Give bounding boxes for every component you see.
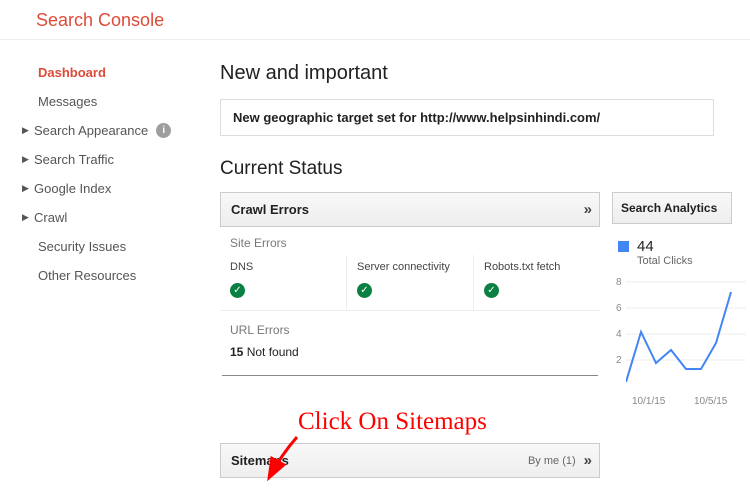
nav-label: Google Index	[34, 181, 111, 196]
server-label: Server connectivity	[357, 261, 463, 273]
nav-google-index[interactable]: ▶ Google Index	[18, 174, 190, 203]
not-found-count: 15	[230, 345, 243, 359]
metric-label: Total Clicks	[637, 255, 693, 267]
notice-message[interactable]: New geographic target set for http://www…	[220, 99, 714, 136]
nav-crawl[interactable]: ▶ Crawl	[18, 203, 190, 232]
chevron-double-right-icon: »	[584, 201, 589, 218]
chevron-right-icon: ▶	[22, 183, 30, 194]
metric-value: 44	[637, 238, 693, 255]
panel-title: Crawl Errors	[231, 202, 309, 217]
check-icon: ✓	[230, 283, 245, 298]
nav-label: Search Traffic	[34, 152, 114, 167]
y-tick: 8	[616, 277, 622, 288]
annotation-text: Click On Sitemaps	[298, 408, 487, 436]
server-status-cell[interactable]: Server connectivity ✓	[347, 255, 474, 310]
chevron-double-right-icon: »	[584, 452, 589, 469]
not-found-row[interactable]: 15 Not found	[230, 345, 590, 359]
search-analytics-panel: Search Analytics 44 Total Clicks 8 6 4 2	[612, 192, 732, 478]
sitemaps-byme: By me (1) »	[528, 452, 589, 469]
info-icon[interactable]: i	[156, 123, 171, 138]
y-tick: 6	[616, 303, 622, 314]
chevron-right-icon: ▶	[22, 125, 30, 136]
dns-label: DNS	[230, 261, 336, 273]
y-tick: 4	[616, 329, 622, 340]
url-errors-label: URL Errors	[230, 323, 590, 337]
chart-svg	[626, 277, 746, 387]
new-important-heading: New and important	[220, 62, 750, 85]
x-tick: 10/5/15	[694, 396, 727, 407]
nav-messages[interactable]: Messages	[18, 87, 190, 116]
sidebar: Dashboard Messages ▶ Search Appearance i…	[0, 40, 190, 478]
check-icon: ✓	[357, 283, 372, 298]
x-tick: 10/1/15	[632, 396, 665, 407]
clicks-chart: 8 6 4 2 10/1/15 10/5/15	[612, 277, 732, 407]
nav-search-traffic[interactable]: ▶ Search Traffic	[18, 145, 190, 174]
nav-security-issues[interactable]: Security Issues	[18, 232, 190, 261]
nav-dashboard[interactable]: Dashboard	[18, 58, 190, 87]
site-errors-label: Site Errors	[220, 227, 600, 255]
annotation-arrow-icon	[262, 434, 302, 484]
url-errors-section: URL Errors 15 Not found	[220, 311, 600, 375]
crawl-errors-header[interactable]: Crawl Errors »	[220, 192, 600, 227]
byme-label: By me (1)	[528, 455, 576, 467]
current-status-heading: Current Status	[220, 158, 750, 180]
app-title: Search Console	[36, 10, 734, 31]
site-errors-row: DNS ✓ Server connectivity ✓ Robots.txt f…	[220, 255, 600, 311]
not-found-label: Not found	[243, 345, 298, 359]
dns-status-cell[interactable]: DNS ✓	[220, 255, 347, 310]
robots-status-cell[interactable]: Robots.txt fetch ✓	[474, 255, 600, 310]
total-clicks-metric: 44 Total Clicks	[612, 224, 732, 277]
y-tick: 2	[616, 355, 622, 366]
chevron-right-icon: ▶	[22, 154, 30, 165]
robots-label: Robots.txt fetch	[484, 261, 590, 273]
nav-other-resources[interactable]: Other Resources	[18, 261, 190, 290]
nav-search-appearance[interactable]: ▶ Search Appearance i	[18, 116, 190, 145]
search-analytics-header[interactable]: Search Analytics	[612, 192, 732, 224]
nav-label: Search Appearance	[34, 123, 148, 138]
nav-label: Crawl	[34, 210, 67, 225]
chevron-right-icon: ▶	[22, 212, 30, 223]
legend-color-icon	[618, 241, 629, 252]
app-header: Search Console	[0, 0, 750, 40]
check-icon: ✓	[484, 283, 499, 298]
